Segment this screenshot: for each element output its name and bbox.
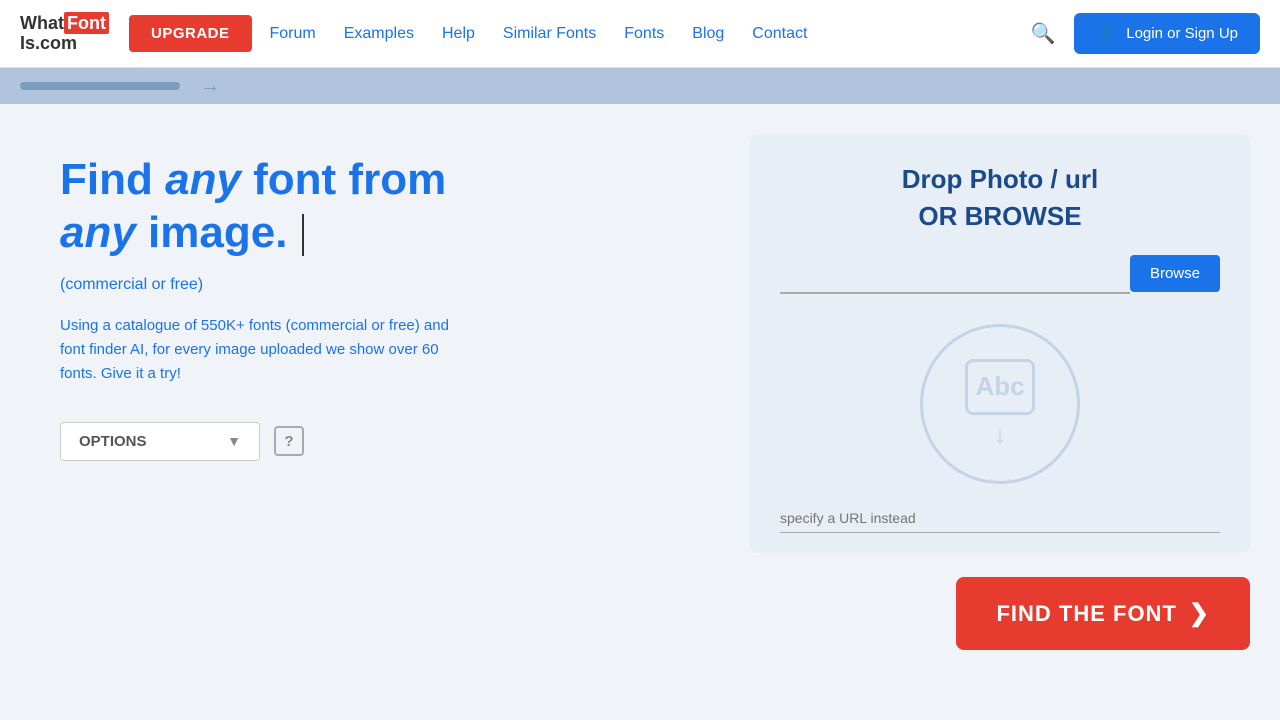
nav-fonts[interactable]: Fonts xyxy=(624,25,664,43)
main-nav: Forum Examples Help Similar Fonts Fonts … xyxy=(270,25,1031,43)
find-font-button[interactable]: FIND THE FONT ❯ xyxy=(956,577,1250,650)
hero-description: Using a catalogue of 550K+ fonts (commer… xyxy=(60,314,460,386)
upgrade-button[interactable]: UPGRADE xyxy=(129,15,252,52)
banner-arrow-icon: → xyxy=(200,75,220,98)
right-panel: Drop Photo / url OR BROWSE Browse Abc ↓ … xyxy=(720,104,1280,720)
logo[interactable]: WhatFont Is.com xyxy=(20,14,109,54)
logo-font: Font xyxy=(64,12,109,34)
hero-title-font: font from xyxy=(241,155,446,204)
options-bar: OPTIONS ▼ ? xyxy=(60,422,670,461)
hero-title-image: image. xyxy=(136,208,288,257)
nav-examples[interactable]: Examples xyxy=(344,25,414,43)
left-panel: Find any font from any image. (commercia… xyxy=(0,104,720,720)
nav-help[interactable]: Help xyxy=(442,25,475,43)
abc-box: Abc xyxy=(965,359,1035,415)
nav-similar-fonts[interactable]: Similar Fonts xyxy=(503,25,596,43)
logo-is: Is.com xyxy=(20,33,77,53)
help-icon[interactable]: ? xyxy=(274,426,304,456)
nav-forum[interactable]: Forum xyxy=(270,25,316,43)
user-icon: 👤 xyxy=(1096,23,1118,44)
main-content: Find any font from any image. (commercia… xyxy=(0,104,1280,720)
hero-subtitle: (commercial or free) xyxy=(60,276,670,294)
banner-bar xyxy=(20,82,180,90)
drop-zone[interactable]: Drop Photo / url OR BROWSE Browse Abc ↓ xyxy=(750,134,1250,553)
hero-title-find: Find xyxy=(60,155,165,204)
find-font-label: FIND THE FONT xyxy=(996,601,1176,627)
font-drop-icon: Abc ↓ xyxy=(920,324,1080,484)
browse-row: Browse xyxy=(780,252,1220,294)
hero-title-any2: any xyxy=(60,208,136,257)
abc-arrow-icon: ↓ xyxy=(994,419,1007,450)
drop-title: Drop Photo / url xyxy=(902,164,1098,195)
login-label: Login or Sign Up xyxy=(1126,25,1238,42)
abc-inner: Abc ↓ xyxy=(965,359,1035,450)
options-dropdown[interactable]: OPTIONS ▼ xyxy=(60,422,260,461)
nav-blog[interactable]: Blog xyxy=(692,25,724,43)
text-cursor xyxy=(302,214,304,256)
blue-banner: → xyxy=(0,68,1280,104)
find-font-arrow-icon: ❯ xyxy=(1189,599,1210,628)
chevron-down-icon: ▼ xyxy=(227,433,241,449)
browse-button[interactable]: Browse xyxy=(1130,255,1220,292)
browse-file-input[interactable] xyxy=(780,252,1130,294)
nav-contact[interactable]: Contact xyxy=(752,25,807,43)
hero-title: Find any font from any image. xyxy=(60,154,670,260)
options-label: OPTIONS xyxy=(79,433,147,450)
logo-what: What xyxy=(20,13,64,33)
or-browse-label: OR BROWSE xyxy=(918,201,1081,232)
search-icon[interactable]: 🔍 xyxy=(1031,21,1056,46)
hero-title-any1: any xyxy=(165,155,241,204)
header: WhatFont Is.com UPGRADE Forum Examples H… xyxy=(0,0,1280,68)
login-button[interactable]: 👤 Login or Sign Up xyxy=(1074,13,1260,54)
url-input[interactable] xyxy=(780,504,1220,533)
